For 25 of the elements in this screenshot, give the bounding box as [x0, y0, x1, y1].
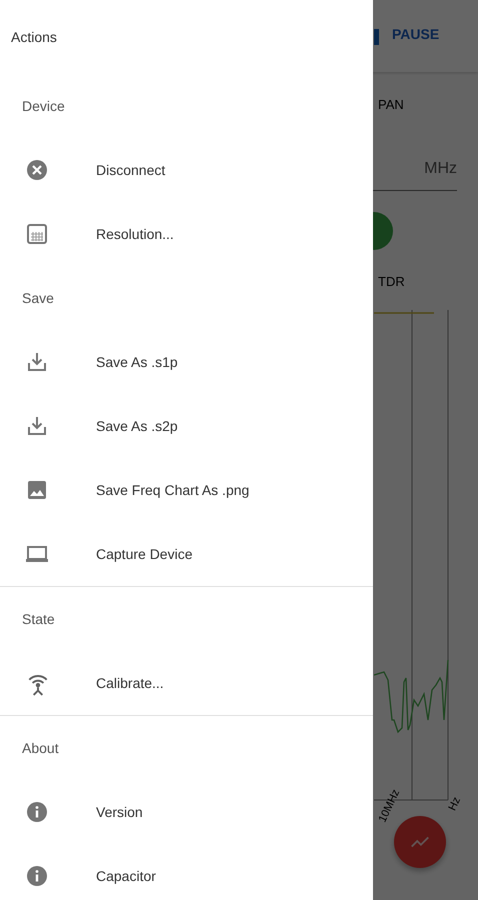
download-icon — [25, 414, 49, 438]
grid-icon — [25, 222, 49, 246]
menu-item[interactable]: Save Freq Chart As .png — [0, 458, 373, 522]
image-icon — [25, 478, 49, 502]
section-header: Save — [22, 290, 54, 306]
menu-item[interactable]: Calibrate... — [0, 651, 373, 715]
mode-label: TDR — [378, 274, 405, 289]
menu-item[interactable]: Capacitor — [0, 844, 373, 900]
info-icon — [25, 800, 49, 824]
menu-item[interactable]: Save As .s2p — [0, 394, 373, 458]
download-icon — [25, 350, 49, 374]
pause-icon — [374, 29, 379, 45]
drawer-title: Actions — [11, 29, 57, 45]
menu-item[interactable]: Save As .s1p — [0, 330, 373, 394]
menu-item[interactable]: Disconnect — [0, 138, 373, 202]
section-header: State — [22, 611, 55, 627]
span-label: PAN — [378, 97, 404, 112]
menu-item[interactable]: Version — [0, 780, 373, 844]
info-icon — [25, 864, 49, 888]
close-icon — [25, 158, 49, 182]
section-header: About — [22, 740, 59, 756]
menu-item[interactable]: Resolution... — [0, 202, 373, 266]
menu-item[interactable]: Capture Device — [0, 522, 373, 586]
section-header: Device — [22, 98, 65, 114]
axis-label: Hz — [446, 795, 463, 813]
